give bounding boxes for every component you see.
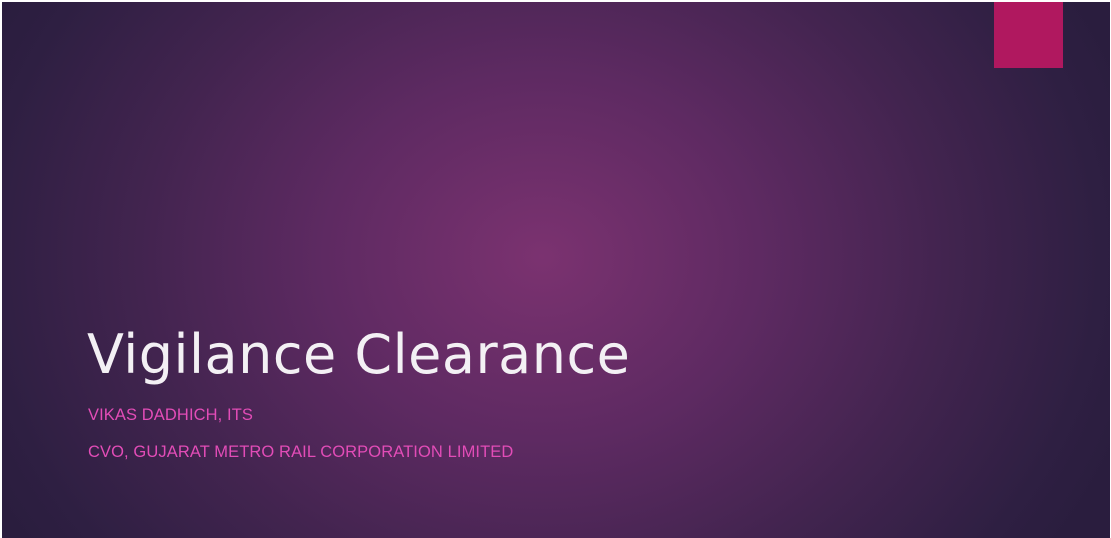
slide-title: Vigilance Clearance — [87, 323, 631, 386]
presenter-affiliation: CVO, GUJARAT METRO RAIL CORPORATION LIMI… — [88, 443, 514, 461]
accent-square — [994, 2, 1063, 68]
title-slide: Vigilance Clearance VIKAS DADHICH, ITS C… — [2, 2, 1110, 538]
presenter-name: VIKAS DADHICH, ITS — [88, 406, 253, 424]
